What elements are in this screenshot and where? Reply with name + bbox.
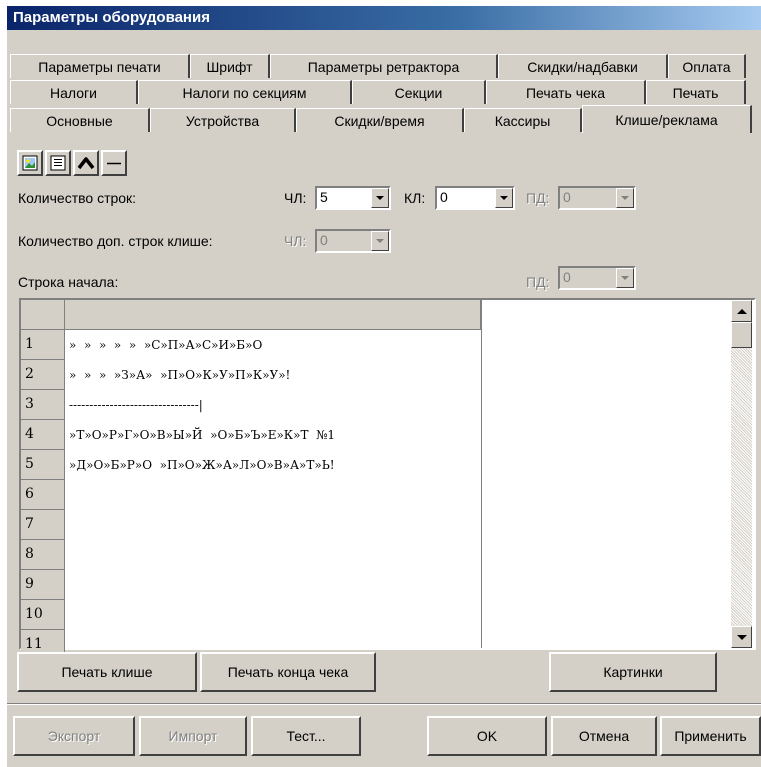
row-number[interactable]: 9 [21, 570, 65, 600]
scroll-up-button[interactable] [731, 300, 752, 322]
chevron-down-icon [621, 196, 629, 200]
cancel-button[interactable]: Отмена [551, 716, 657, 756]
text-align-icon [50, 155, 66, 171]
print-receipt-end-button[interactable]: Печать конца чека [200, 652, 376, 692]
chl-select[interactable]: 5 [315, 186, 391, 210]
cliche-line-cell[interactable] [65, 600, 481, 630]
chl-label: ЧЛ: [284, 190, 307, 206]
tab-taxes-by-section[interactable]: Налоги по секциям [138, 80, 352, 104]
cliche-line-cell[interactable] [65, 480, 481, 510]
export-button: Экспорт [13, 716, 135, 756]
picture-icon [22, 155, 38, 171]
chl-value: 5 [320, 189, 328, 205]
row-number[interactable]: 10 [21, 600, 65, 630]
row-number[interactable]: 8 [21, 540, 65, 570]
kl-label: КЛ: [404, 190, 426, 206]
title-bar: Параметры оборудования [7, 6, 761, 30]
apply-button[interactable]: Применить [660, 716, 761, 756]
extra-chl-dropdown-button [371, 231, 389, 251]
row-number[interactable]: 5 [21, 450, 65, 480]
cliche-line-cell[interactable]: » » » » » »С»П»А»С»И»Б»О [65, 330, 481, 360]
extra-chl-label: ЧЛ: [284, 233, 307, 249]
extra-lines-label: Количество доп. строк клише: [18, 233, 213, 249]
start-line-label: Строка начала: [18, 274, 119, 290]
extra-chl-select: 0 [315, 229, 391, 253]
pd-dropdown-button [616, 188, 634, 208]
row-number[interactable]: 3 [21, 390, 65, 420]
start-pd-value: 0 [563, 269, 571, 285]
line-button[interactable] [101, 150, 127, 176]
equipment-settings-window: Параметры оборудования Параметры печати … [7, 6, 761, 767]
grid-corner-header [21, 300, 65, 330]
kl-select[interactable]: 0 [435, 186, 515, 210]
pictures-button[interactable]: Картинки [549, 652, 717, 692]
grid-divider [481, 300, 482, 648]
row-number[interactable]: 1 [21, 330, 65, 360]
tab-print[interactable]: Печать [646, 80, 746, 104]
start-pd-select: 0 [558, 266, 636, 290]
tab-discounts-markups[interactable]: Скидки/надбавки [498, 54, 668, 78]
row-number[interactable]: 6 [21, 480, 65, 510]
vertical-scrollbar[interactable] [731, 300, 752, 648]
tab-payment[interactable]: Оплата [668, 54, 746, 78]
cliche-line-cell[interactable]: --------------------------------| [65, 390, 481, 420]
tab-sections[interactable]: Секции [352, 80, 486, 104]
kl-value: 0 [440, 189, 448, 205]
row-number[interactable]: 4 [21, 420, 65, 450]
scroll-down-button[interactable] [731, 626, 752, 648]
arrow-up-icon [736, 308, 747, 314]
cliche-line-cell[interactable] [65, 570, 481, 600]
print-cliche-button[interactable]: Печать клише [17, 652, 197, 692]
import-button: Импорт [139, 716, 247, 756]
grid-column-header [65, 300, 481, 330]
tab-retractor-params[interactable]: Параметры ретрактора [270, 54, 498, 78]
cliche-line-cell[interactable]: » » » »З»А» »П»О»К»У»П»К»У»! [65, 360, 481, 390]
tab-row-3: Основные Устройства Скидки/время Кассиры… [10, 105, 752, 133]
start-pd-dropdown-button [616, 268, 634, 288]
line-count-label: Количество строк: [18, 190, 137, 206]
kl-dropdown-button[interactable] [495, 188, 513, 208]
arc-icon [77, 157, 95, 170]
chevron-down-icon [500, 196, 508, 200]
arrow-down-icon [736, 634, 747, 640]
text-format-button[interactable] [45, 150, 71, 176]
chevron-down-icon [376, 239, 384, 243]
row-number[interactable]: 2 [21, 360, 65, 390]
cliche-line-cell[interactable] [65, 510, 481, 540]
arc-text-button[interactable] [73, 150, 99, 176]
insert-picture-button[interactable] [17, 150, 43, 176]
cliche-line-cell[interactable]: »Д»О»Б»Р»О »П»О»Ж»А»Л»О»В»А»Т»Ь! [65, 450, 481, 480]
tab-devices[interactable]: Устройства [150, 108, 296, 132]
window-title: Параметры оборудования [13, 9, 210, 26]
tab-row-2: Налоги Налоги по секциям Секции Печать ч… [10, 80, 746, 104]
cliche-line-cell[interactable] [65, 540, 481, 570]
tab-cashiers[interactable]: Кассиры [464, 108, 582, 132]
tab-row-1: Параметры печати Шрифт Параметры ретракт… [10, 54, 746, 78]
start-pd-label: ПД: [526, 274, 550, 290]
pd-select: 0 [558, 186, 636, 210]
cliche-line-cell[interactable]: »Т»О»Р»Г»О»В»Ы»Й »О»Б»Ъ»Е»К»Т №1 [65, 420, 481, 450]
cliche-grid[interactable]: 1» » » » » »С»П»А»С»И»Б»О 2» » » »З»А» »П… [19, 298, 756, 660]
footer-separator [7, 703, 761, 705]
ok-button[interactable]: OK [427, 716, 547, 756]
test-button[interactable]: Тест... [251, 716, 361, 756]
pd-label: ПД: [526, 190, 550, 206]
chl-dropdown-button[interactable] [371, 188, 389, 208]
tab-cliche-ad[interactable]: Клише/реклама [582, 105, 752, 133]
tab-receipt-print[interactable]: Печать чека [486, 80, 646, 104]
chevron-down-icon [621, 276, 629, 280]
tab-font[interactable]: Шрифт [190, 54, 270, 78]
line-icon [107, 162, 121, 165]
tab-discounts-time[interactable]: Скидки/время [296, 108, 464, 132]
pd-value: 0 [563, 189, 571, 205]
tab-print-params[interactable]: Параметры печати [10, 54, 190, 78]
extra-chl-value: 0 [320, 232, 328, 248]
tab-main[interactable]: Основные [10, 108, 150, 132]
chevron-down-icon [376, 196, 384, 200]
tab-taxes[interactable]: Налоги [10, 80, 138, 104]
row-number[interactable]: 7 [21, 510, 65, 540]
scroll-thumb[interactable] [731, 322, 752, 348]
